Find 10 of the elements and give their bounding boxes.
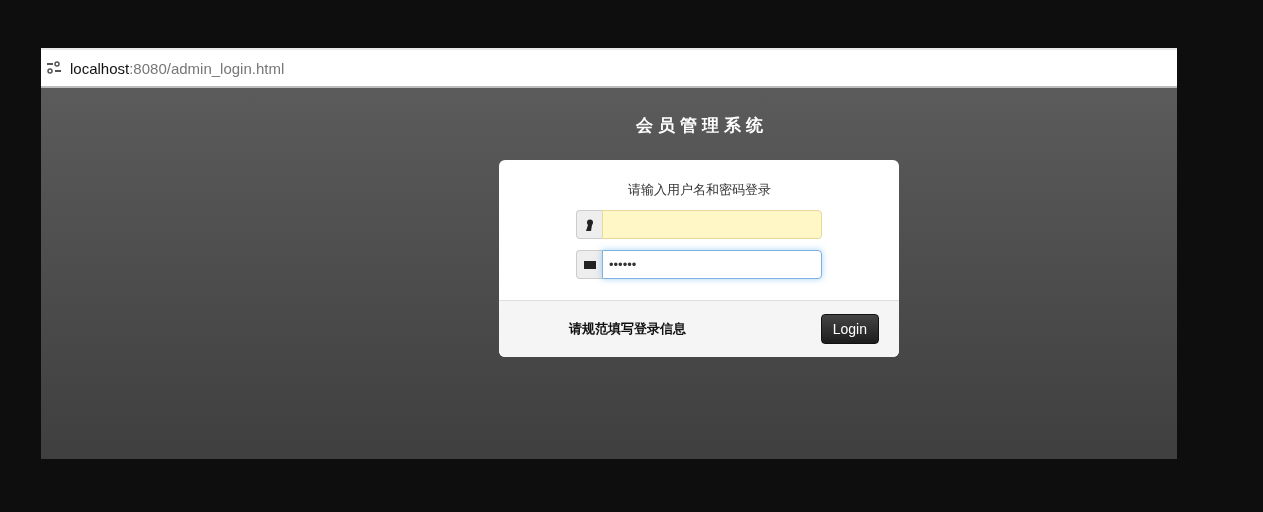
hint-text: 请规范填写登录信息 [569,320,686,338]
password-field[interactable]: •••••• [602,250,822,279]
site-info-icon[interactable] [46,61,62,75]
page-title: 会员管理系统 [634,115,768,137]
username-field[interactable] [602,210,822,239]
login-prompt: 请输入用户名和密码登录 [627,181,771,199]
login-button[interactable]: Login [820,314,879,344]
url-text[interactable]: localhost:8080/admin_login.html [70,59,285,77]
user-icon [584,218,595,231]
address-bar[interactable]: localhost:8080/admin_login.html [41,48,1177,88]
